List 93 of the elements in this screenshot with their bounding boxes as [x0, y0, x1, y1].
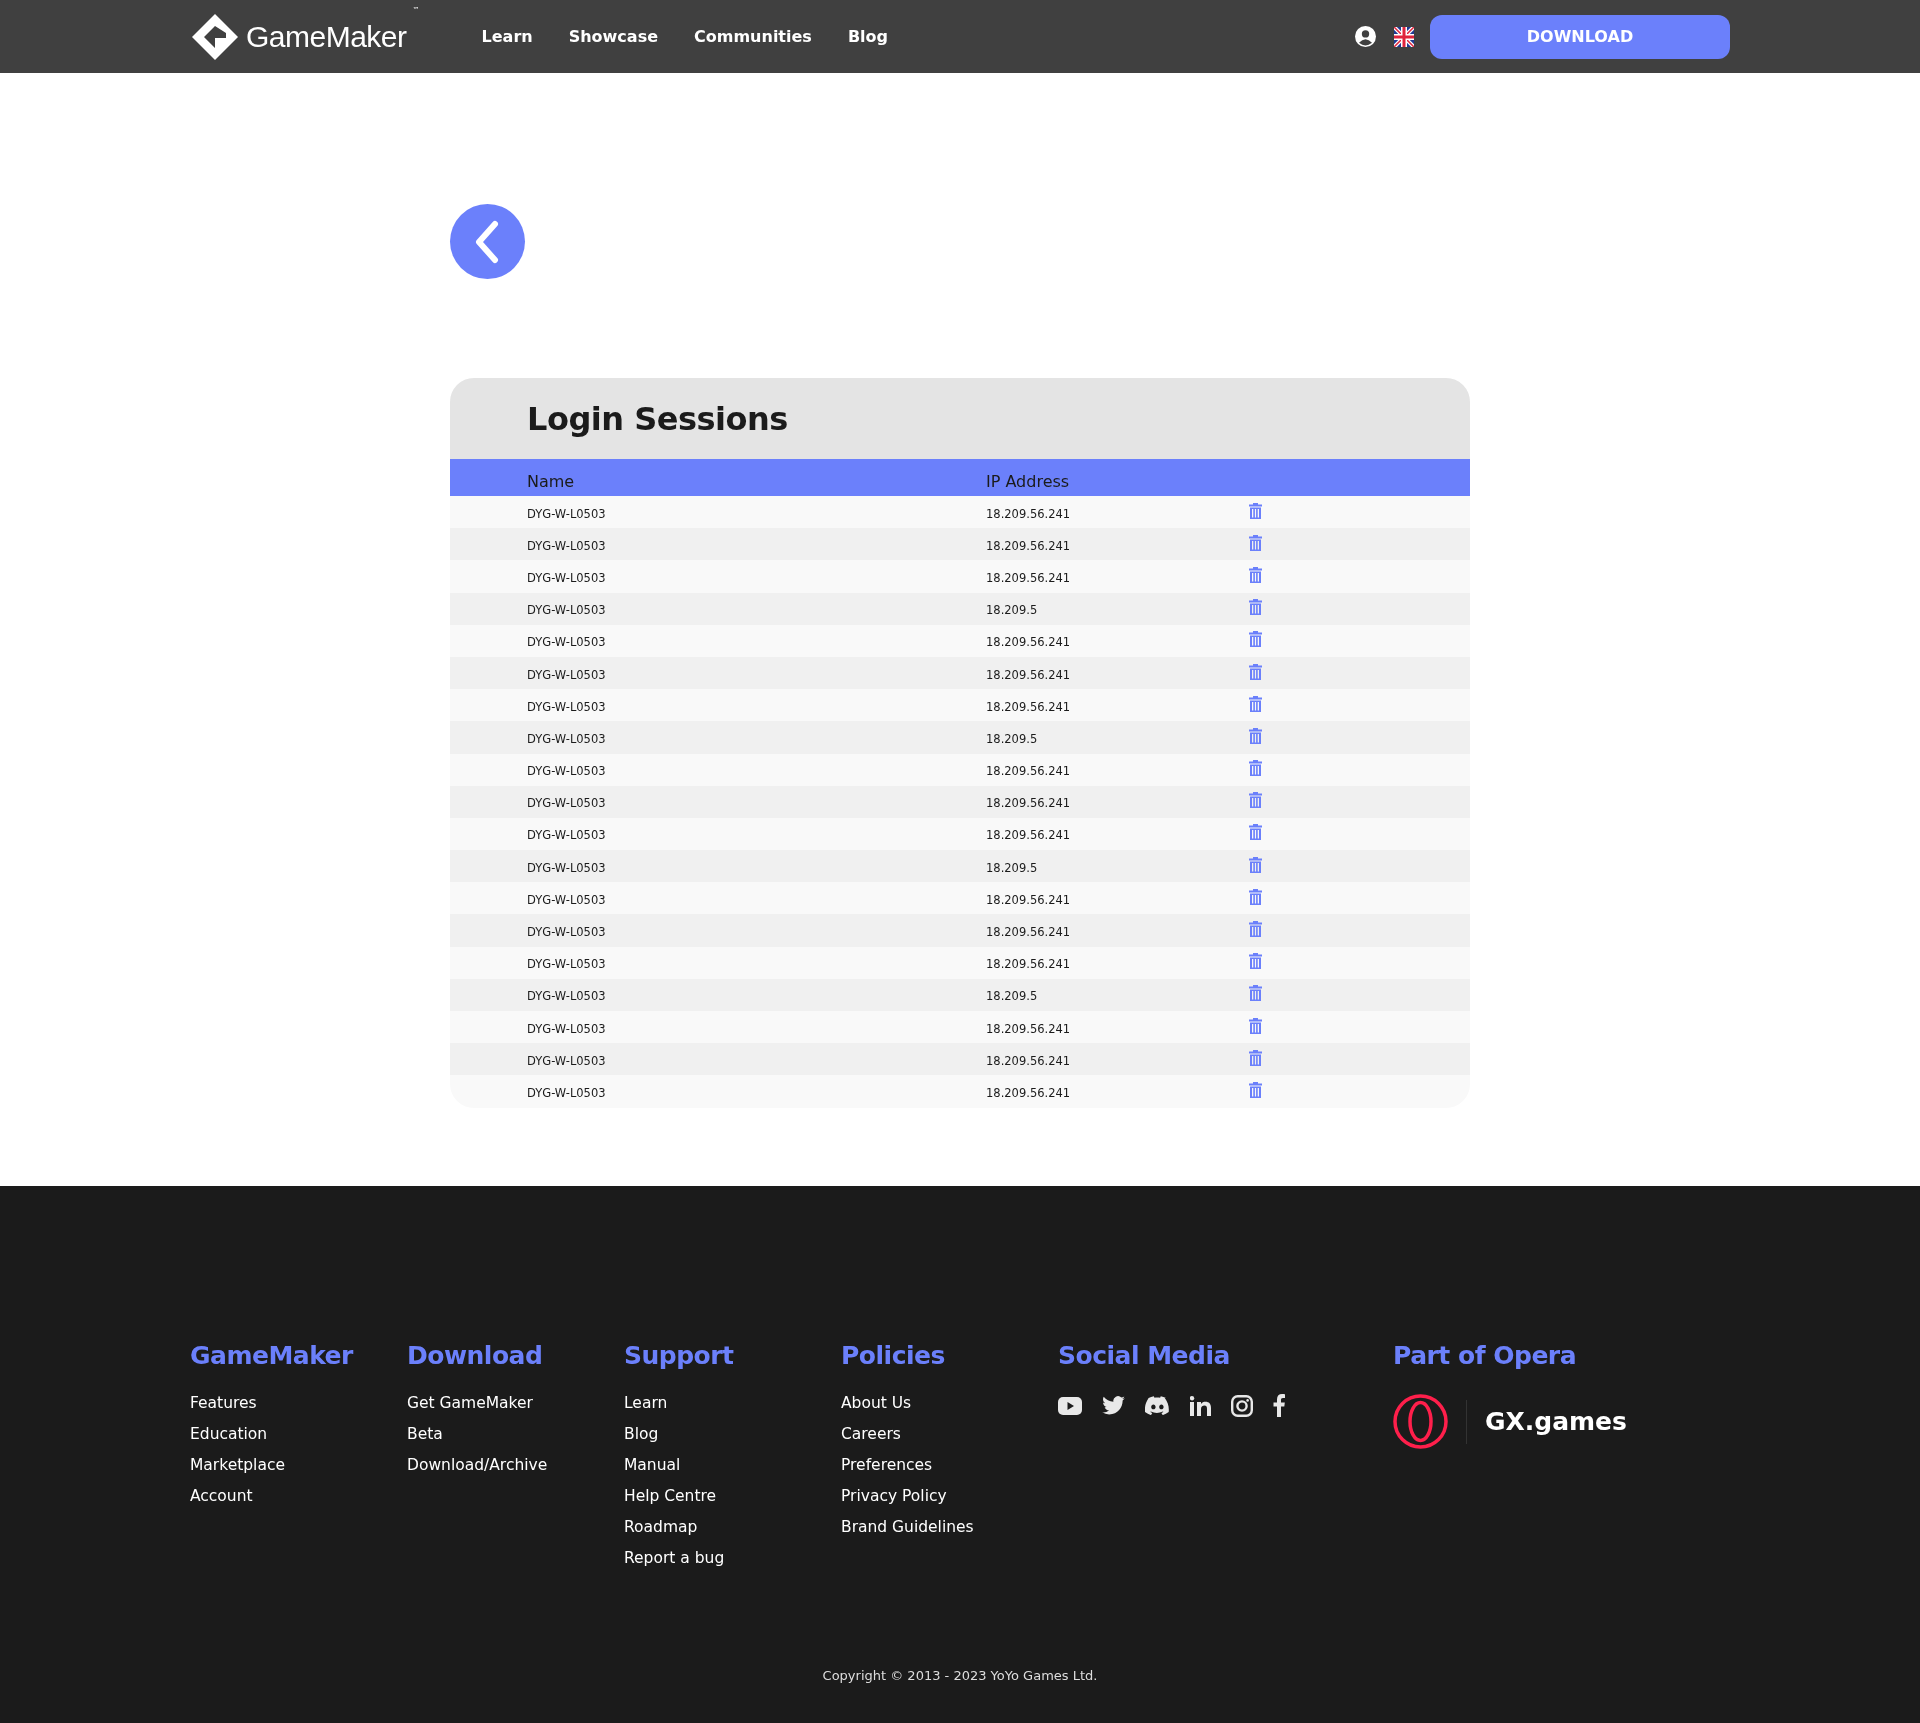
footer-link[interactable]: Blog: [624, 1425, 841, 1443]
table-cell: 18.209.56.241: [986, 538, 1071, 553]
footer-link[interactable]: Privacy Policy: [841, 1487, 1058, 1505]
table-cell: 18.209.56.241: [986, 892, 1071, 907]
delete-button[interactable]: [1249, 663, 1262, 683]
account-icon[interactable]: [1355, 26, 1376, 47]
table-cell: 18.209.56.241: [986, 764, 1071, 779]
logo-text[interactable]: GameMaker: [246, 19, 407, 54]
footer-link[interactable]: Careers: [841, 1425, 1058, 1443]
footer-link[interactable]: Brand Guidelines: [841, 1518, 1058, 1536]
table-cell: DYG-W-L0503: [527, 667, 606, 682]
footer-link[interactable]: Learn: [624, 1394, 841, 1412]
table-cell: 18.209.56.241: [986, 635, 1071, 650]
card-title: Login Sessions: [527, 399, 788, 438]
logo-icon: [190, 11, 240, 62]
table-cell: 18.209.5: [986, 989, 1038, 1004]
table-cell: DYG-W-L0503: [527, 828, 606, 843]
youtube-icon[interactable]: [1058, 1396, 1082, 1415]
delete-button[interactable]: [1249, 695, 1262, 715]
delete-button[interactable]: [1249, 566, 1262, 586]
footer-link[interactable]: Get GameMaker: [407, 1394, 624, 1412]
delete-button[interactable]: [1249, 1017, 1262, 1037]
facebook-icon[interactable]: [1273, 1394, 1285, 1417]
table-cell: 18.209.56.241: [986, 828, 1071, 843]
table-cell: DYG-W-L0503: [527, 570, 606, 585]
table-cell: 18.209.56.241: [986, 1021, 1071, 1036]
copyright-text: Copyright © 2013 - 2023 YoYo Games Ltd.: [822, 1668, 1098, 1683]
table-cell: DYG-W-L0503: [527, 538, 606, 553]
footer-heading: Policies: [841, 1341, 946, 1370]
table-cell: 18.209.56.241: [986, 925, 1071, 940]
delete-button[interactable]: [1249, 534, 1262, 554]
table-cell: 18.209.56.241: [986, 667, 1071, 682]
footer-link[interactable]: Manual: [624, 1456, 841, 1474]
table-cell: DYG-W-L0503: [527, 603, 606, 618]
table-cell: DYG-W-L0503: [527, 506, 606, 521]
delete-button[interactable]: [1249, 1081, 1262, 1101]
footer-link[interactable]: Roadmap: [624, 1518, 841, 1536]
table-cell: DYG-W-L0503: [527, 989, 606, 1004]
table-cell: 18.209.56.241: [986, 1085, 1071, 1100]
twitter-icon[interactable]: [1102, 1396, 1125, 1415]
discord-icon[interactable]: [1145, 1396, 1170, 1415]
footer-link[interactable]: Marketplace: [190, 1456, 407, 1474]
table-cell: DYG-W-L0503: [527, 1021, 606, 1036]
table-cell: DYG-W-L0503: [527, 1085, 606, 1100]
table-cell: 18.209.56.241: [986, 570, 1071, 585]
footer-link[interactable]: About Us: [841, 1394, 1058, 1412]
table-cell: 18.209.56.241: [986, 957, 1071, 972]
footer-link[interactable]: Features: [190, 1394, 407, 1412]
column-header: IP Address: [986, 472, 1070, 491]
opera-logo-icon[interactable]: [1393, 1394, 1448, 1449]
table-cell: 18.209.5: [986, 731, 1038, 746]
instagram-icon[interactable]: [1231, 1394, 1253, 1417]
nav-link[interactable]: Blog: [847, 27, 888, 46]
table-cell: DYG-W-L0503: [527, 635, 606, 650]
delete-button[interactable]: [1249, 888, 1262, 908]
nav-link[interactable]: Showcase: [568, 27, 658, 46]
footer-link[interactable]: Account: [190, 1487, 407, 1505]
delete-button[interactable]: [1249, 727, 1262, 747]
table-cell: DYG-W-L0503: [527, 764, 606, 779]
table-cell: 18.209.56.241: [986, 796, 1071, 811]
table-cell: DYG-W-L0503: [527, 699, 606, 714]
table-cell: DYG-W-L0503: [527, 925, 606, 940]
footer-heading: Part of Opera: [1393, 1341, 1578, 1370]
footer-heading: GameMaker: [190, 1341, 355, 1370]
footer-heading: Support: [624, 1341, 735, 1370]
table-cell: DYG-W-L0503: [527, 1053, 606, 1068]
table-cell: 18.209.56.241: [986, 699, 1071, 714]
delete-button[interactable]: [1249, 1049, 1262, 1069]
flag-icon[interactable]: [1394, 26, 1414, 47]
table-cell: 18.209.5: [986, 603, 1038, 618]
table-cell: DYG-W-L0503: [527, 860, 606, 875]
table-cell: 18.209.5: [986, 860, 1038, 875]
footer-heading: Download: [407, 1341, 544, 1370]
nav-link[interactable]: Learn: [481, 27, 533, 46]
table-cell: 18.209.56.241: [986, 1053, 1071, 1068]
footer-link[interactable]: Education: [190, 1425, 407, 1443]
table-cell: DYG-W-L0503: [527, 957, 606, 972]
table-cell: 18.209.56.241: [986, 506, 1071, 521]
footer-link[interactable]: Download/Archive: [407, 1456, 624, 1474]
delete-button[interactable]: [1249, 856, 1262, 876]
footer-link[interactable]: Beta: [407, 1425, 624, 1443]
table-cell: DYG-W-L0503: [527, 731, 606, 746]
footer-link[interactable]: Help Centre: [624, 1487, 841, 1505]
nav-link[interactable]: Communities: [694, 27, 812, 46]
footer-heading: Social Media: [1058, 1341, 1231, 1370]
column-header: Name: [527, 472, 575, 491]
linkedin-icon[interactable]: [1190, 1395, 1211, 1416]
table-cell: DYG-W-L0503: [527, 892, 606, 907]
delete-button[interactable]: [1249, 502, 1262, 522]
table-cell: DYG-W-L0503: [527, 796, 606, 811]
gx-games-logo-text[interactable]: GX.games: [1485, 1407, 1627, 1436]
footer-link[interactable]: Report a bug: [624, 1549, 841, 1567]
footer-link[interactable]: Preferences: [841, 1456, 1058, 1474]
